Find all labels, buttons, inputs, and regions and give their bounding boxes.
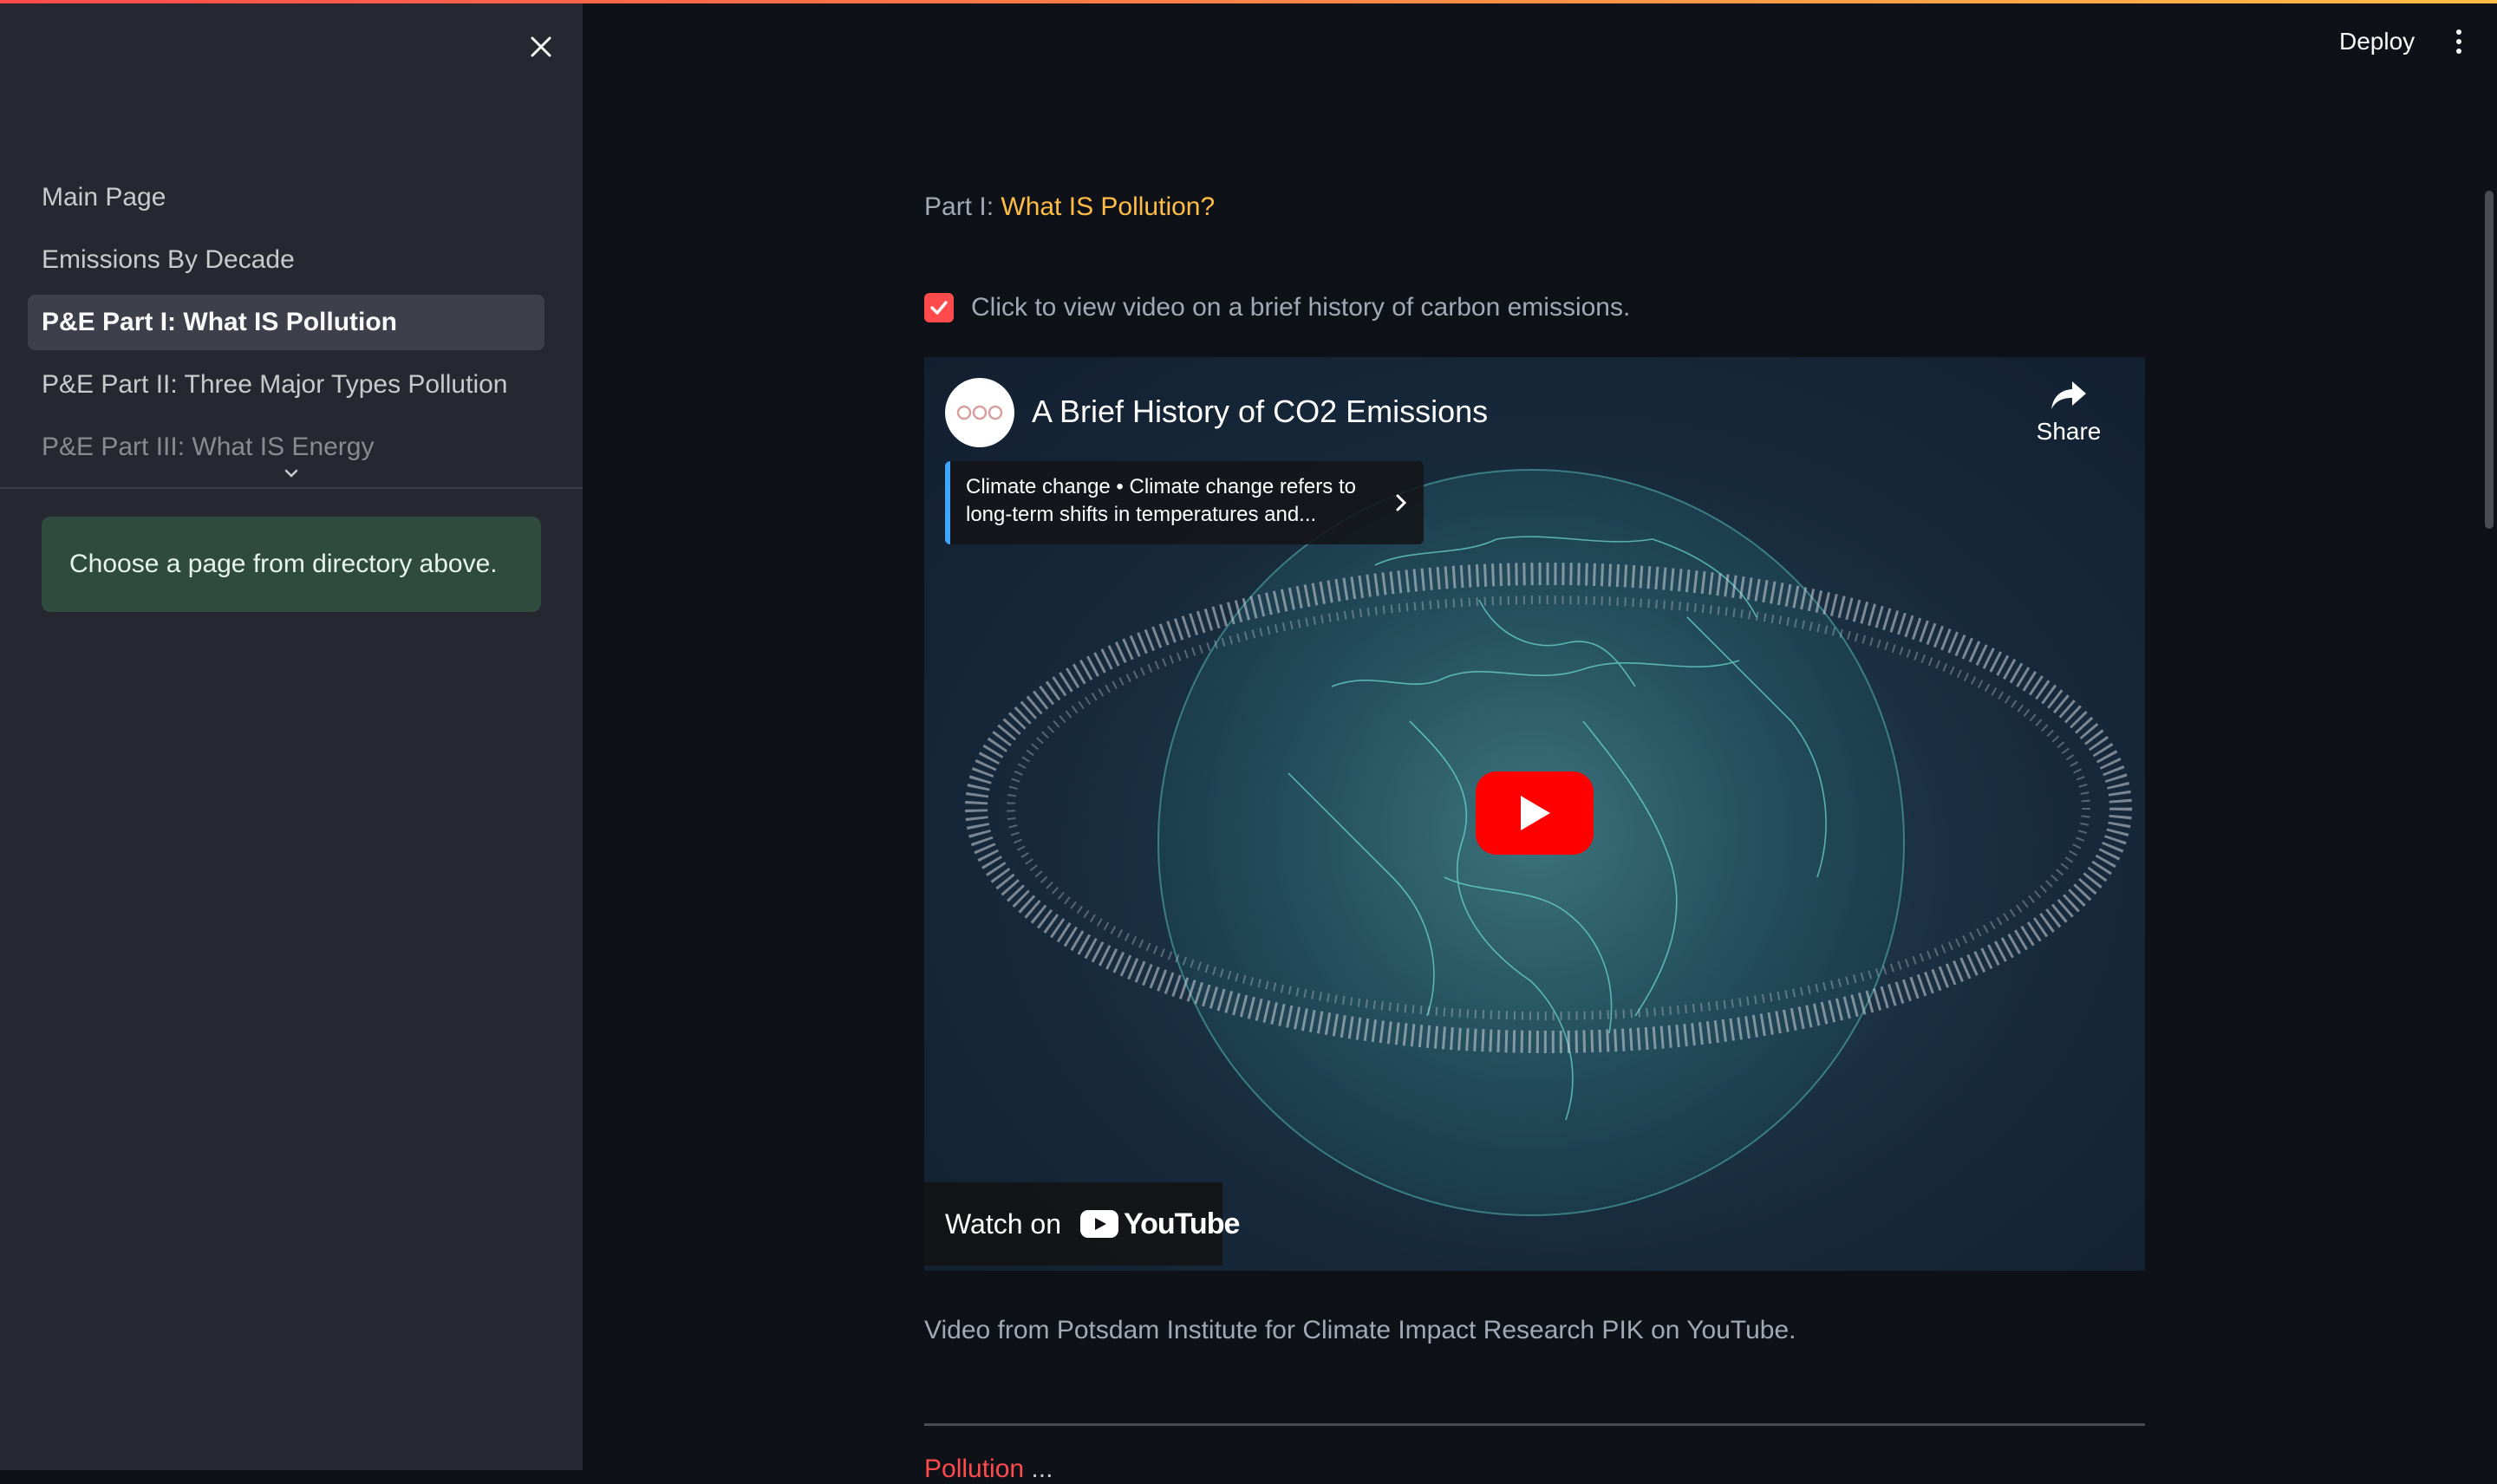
close-icon [531, 36, 551, 57]
info-card[interactable]: Climate change • Climate change refers t… [945, 461, 1424, 544]
info-card-text: Climate change • Climate change refers t… [966, 475, 1356, 526]
youtube-play-icon [1079, 1210, 1118, 1238]
youtube-logo: YouTube [1079, 1207, 1240, 1241]
page-directory: Main Page Emissions By Decade P&E Part I… [28, 170, 544, 482]
sidebar-item-pollution-part-2[interactable]: P&E Part II: Three Major Types Pollution [28, 357, 544, 413]
chevron-right-icon [1396, 494, 1407, 511]
top-decoration-bar [0, 0, 2497, 3]
sidebar-item-label: Main Page [42, 183, 166, 212]
kebab-dot [2456, 29, 2461, 35]
share-label: Share [2036, 418, 2102, 445]
sidebar-item-emissions-by-decade[interactable]: Emissions By Decade [28, 232, 544, 288]
video-title[interactable]: A Brief History of CO2 Emissions [1032, 394, 1488, 430]
play-icon [1521, 796, 1550, 830]
share-icon [2051, 381, 2086, 409]
info-alert-text: Choose a page from directory above. [69, 550, 498, 578]
page-scrollbar[interactable] [2485, 191, 2494, 529]
deploy-button[interactable]: Deploy [2324, 21, 2430, 62]
kebab-dot [2456, 49, 2461, 54]
video-caption: Video from Potsdam Institute for Climate… [924, 1316, 1796, 1344]
section-divider [924, 1423, 2145, 1426]
watch-on-youtube-button[interactable]: Watch on YouTube [924, 1182, 1240, 1266]
watch-on-label: Watch on [945, 1207, 1061, 1240]
checkbox-label: Click to view video on a brief history o… [971, 293, 1631, 322]
sidebar-item-pollution-part-1[interactable]: P&E Part I: What IS Pollution [28, 295, 544, 350]
part-title: What IS Pollution? [1001, 192, 1216, 221]
video-toggle[interactable]: Click to view video on a brief history o… [924, 293, 1630, 322]
sidebar-divider [0, 487, 583, 489]
sidebar-item-label: P&E Part II: Three Major Types Pollution [42, 370, 508, 399]
sidebar-item-label: P&E Part III: What IS Energy [42, 433, 375, 461]
paragraph-rest: ... [1024, 1455, 1053, 1483]
share-button[interactable]: Share [2025, 378, 2112, 465]
deploy-label: Deploy [2339, 28, 2416, 55]
youtube-wordmark: YouTube [1123, 1207, 1240, 1240]
check-icon [930, 301, 948, 315]
sidebar: Main Page Emissions By Decade P&E Part I… [0, 0, 583, 1470]
highlight-term: Pollution [924, 1455, 1025, 1483]
sidebar-item-label: Emissions By Decade [42, 245, 295, 274]
channel-avatar[interactable] [945, 378, 1014, 447]
play-button[interactable] [1476, 771, 1594, 855]
kebab-menu-icon[interactable] [2445, 24, 2473, 59]
youtube-video-embed[interactable]: A Brief History of CO2 Emissions Share C… [924, 357, 2145, 1271]
sidebar-item-label: P&E Part I: What IS Pollution [42, 308, 398, 336]
cut-off-paragraph: Pollution ... [924, 1455, 1053, 1484]
channel-logo-icon [956, 405, 1003, 420]
video-checkbox[interactable] [924, 293, 954, 322]
chevron-down-icon[interactable] [283, 465, 300, 482]
info-alert: Choose a page from directory above. [42, 517, 541, 612]
sidebar-item-main-page[interactable]: Main Page [28, 170, 544, 225]
page-title: Part I: What IS Pollution? [924, 192, 1215, 222]
close-sidebar-button[interactable] [524, 29, 558, 64]
kebab-dot [2456, 39, 2461, 44]
part-prefix: Part I: [924, 192, 994, 221]
